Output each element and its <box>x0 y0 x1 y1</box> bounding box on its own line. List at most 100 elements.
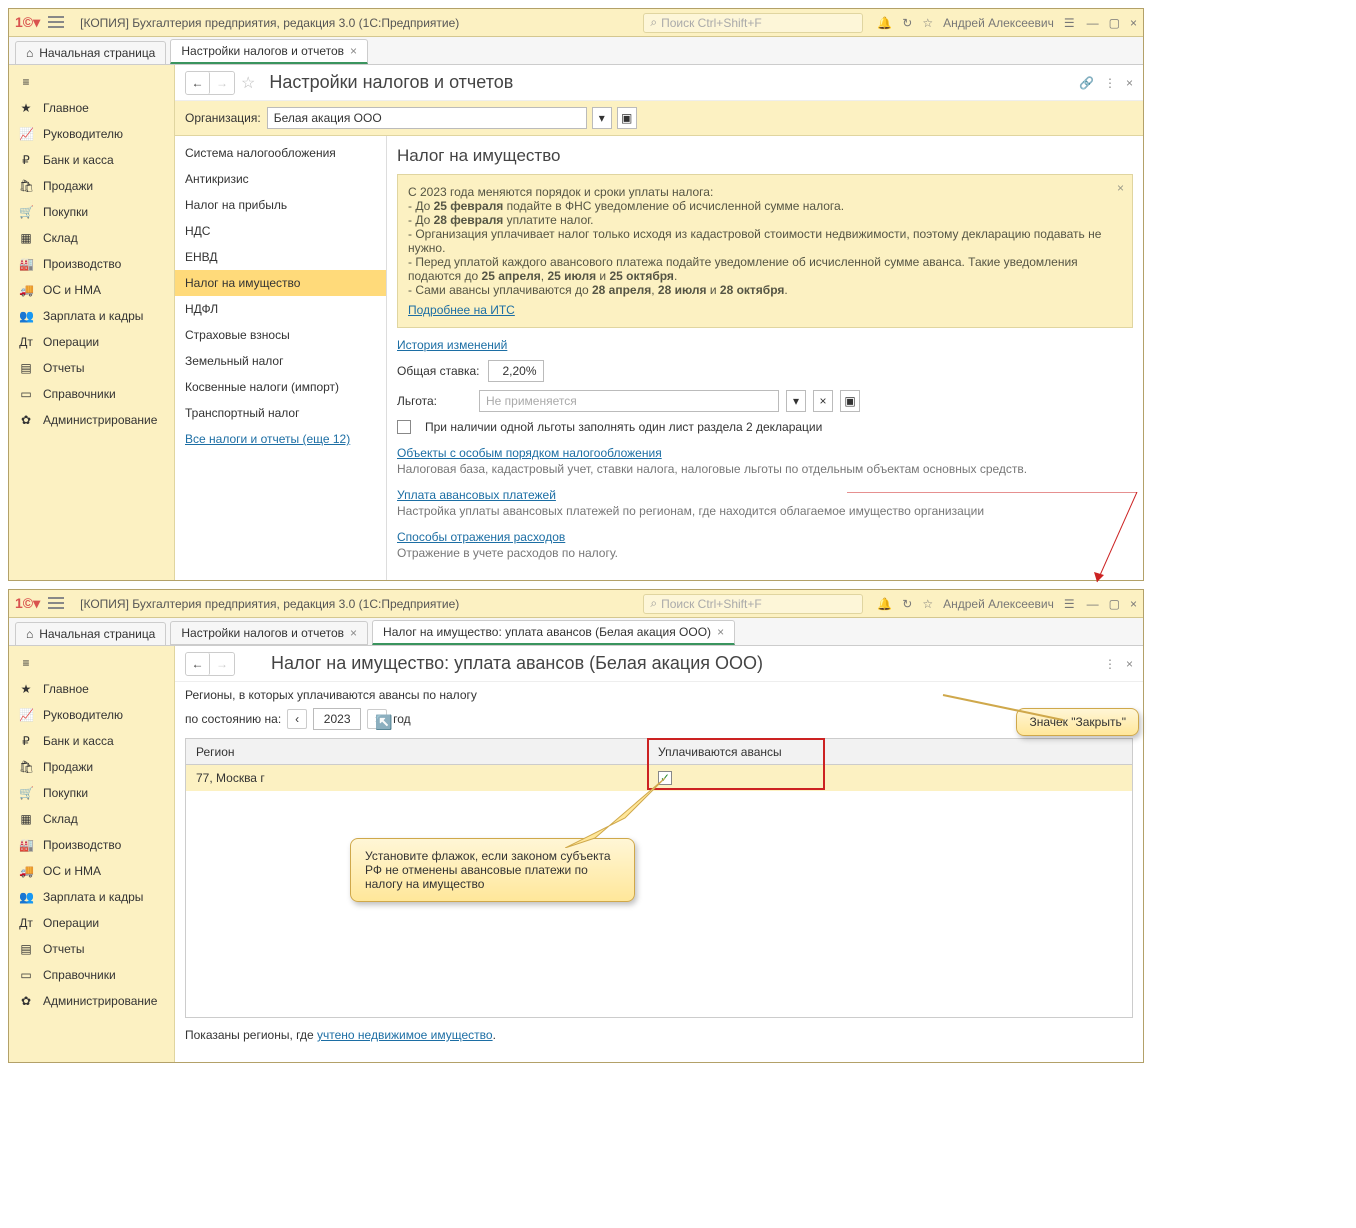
sidebar-item-4[interactable]: 🛒Покупки <box>9 780 174 806</box>
nav-back-button[interactable]: ← <box>186 653 210 675</box>
sidebar-item-7[interactable]: 🚚ОС и НМА <box>9 858 174 884</box>
sidebar-item-2[interactable]: ₽Банк и касса <box>9 147 174 173</box>
tax-item-2[interactable]: Налог на прибыль <box>175 192 386 218</box>
sidebar-item-5[interactable]: ▦Склад <box>9 225 174 251</box>
maximize-button[interactable]: ▢ <box>1109 597 1120 611</box>
close-button[interactable]: × <box>1130 597 1137 611</box>
tax-item-10[interactable]: Транспортный налог <box>175 400 386 426</box>
sidebar-item-5[interactable]: ▦Склад <box>9 806 174 832</box>
info-line: - До 25 февраля подайте в ФНС уведомлени… <box>408 199 1106 213</box>
sidebar-item-2[interactable]: ₽Банк и касса <box>9 728 174 754</box>
close-page-button[interactable]: × <box>1126 76 1133 90</box>
nav-forward-button[interactable]: → <box>210 653 234 675</box>
tax-item-6[interactable]: НДФЛ <box>175 296 386 322</box>
nav-back-button[interactable]: ← <box>186 72 210 94</box>
nav-forward-button[interactable]: → <box>210 72 234 94</box>
tab-settings[interactable]: Настройки налогов и отчетов <box>170 39 368 64</box>
more-icon[interactable]: ⋮ <box>1104 657 1116 671</box>
minimize-button[interactable]: — <box>1087 16 1099 30</box>
sidebar-item-1[interactable]: 📈Руководителю <box>9 702 174 728</box>
sidebar-burger[interactable]: ≡ <box>9 69 174 95</box>
sidebar-item-11[interactable]: ▭Справочники <box>9 962 174 988</box>
tax-item-4[interactable]: ЕНВД <box>175 244 386 270</box>
sidebar-label: Главное <box>43 682 89 696</box>
org-dropdown-button[interactable]: ▾ <box>592 107 612 129</box>
search-input[interactable]: Поиск Ctrl+Shift+F <box>643 13 863 33</box>
rate-input[interactable]: 2,20% <box>488 360 544 382</box>
tax-item-8[interactable]: Земельный налог <box>175 348 386 374</box>
sidebar-item-6[interactable]: 🏭Производство <box>9 251 174 277</box>
more-its-link[interactable]: Подробнее на ИТС <box>408 303 515 317</box>
close-page-button[interactable]: × <box>1126 657 1133 671</box>
benefit-select[interactable]: Не применяется <box>479 390 779 412</box>
maximize-button[interactable]: ▢ <box>1109 16 1120 30</box>
year-input[interactable]: 2023 <box>313 708 361 730</box>
link-out-icon[interactable]: 🔗 <box>1079 76 1094 90</box>
sidebar-item-12[interactable]: ✿Администрирование <box>9 988 174 1014</box>
objects-link[interactable]: Объекты с особым порядком налогообложени… <box>397 446 662 460</box>
sidebar-item-0[interactable]: ★Главное <box>9 676 174 702</box>
tax-item-7[interactable]: Страховые взносы <box>175 322 386 348</box>
info-close-icon[interactable]: × <box>1117 181 1124 195</box>
sidebar-item-11[interactable]: ▭Справочники <box>9 381 174 407</box>
star-icon[interactable]: ☆ <box>922 597 933 611</box>
close-button[interactable]: × <box>1130 16 1137 30</box>
history-link[interactable]: История изменений <box>397 338 507 352</box>
sidebar-item-3[interactable]: 🛍Продажи <box>9 173 174 199</box>
benefit-dropdown-button[interactable]: ▾ <box>786 390 806 412</box>
sidebar-icon: ₽ <box>19 734 33 748</box>
tax-item-3[interactable]: НДС <box>175 218 386 244</box>
avans-link[interactable]: Уплата авансовых платежей <box>397 488 556 502</box>
close-tab-icon[interactable] <box>717 625 724 639</box>
tax-item-1[interactable]: Антикризис <box>175 166 386 192</box>
search-input[interactable]: Поиск Ctrl+Shift+F <box>643 594 863 614</box>
benefit-clear-button[interactable]: × <box>813 390 833 412</box>
burger-icon[interactable] <box>48 16 66 30</box>
home-tab[interactable]: ⌂ Начальная страница <box>15 622 166 645</box>
footer-link[interactable]: учтено недвижимое имущество <box>317 1028 493 1042</box>
close-tab-icon[interactable] <box>350 44 357 58</box>
expense-link[interactable]: Способы отражения расходов <box>397 530 565 544</box>
more-icon[interactable]: ⋮ <box>1104 76 1116 90</box>
tax-item-9[interactable]: Косвенные налоги (импорт) <box>175 374 386 400</box>
sidebar-item-0[interactable]: ★Главное <box>9 95 174 121</box>
sidebar-item-12[interactable]: ✿Администрирование <box>9 407 174 433</box>
all-taxes-link[interactable]: Все налоги и отчеты (еще 12) <box>175 426 386 452</box>
org-input[interactable]: Белая акация ООО <box>267 107 587 129</box>
favorite-button[interactable] <box>241 73 255 93</box>
minimize-button[interactable]: — <box>1087 597 1099 611</box>
history-icon[interactable]: ↻ <box>902 597 912 611</box>
settings-icon[interactable]: ☰ <box>1064 16 1075 30</box>
tax-item-0[interactable]: Система налогообложения <box>175 140 386 166</box>
bell-icon[interactable]: 🔔 <box>877 597 892 611</box>
tab-settings-inactive[interactable]: Настройки налогов и отчетов <box>170 621 368 645</box>
settings-icon[interactable]: ☰ <box>1064 597 1075 611</box>
close-tab-icon[interactable] <box>350 626 357 640</box>
user-name[interactable]: Андрей Алексеевич <box>943 16 1054 30</box>
sidebar-item-10[interactable]: ▤Отчеты <box>9 355 174 381</box>
tax-item-5[interactable]: Налог на имущество <box>175 270 386 296</box>
benefit-open-button[interactable]: ▣ <box>840 390 860 412</box>
home-tab[interactable]: ⌂ Начальная страница <box>15 41 166 64</box>
sidebar-item-1[interactable]: 📈Руководителю <box>9 121 174 147</box>
tab-avans[interactable]: Налог на имущество: уплата авансов (Бела… <box>372 620 735 645</box>
sidebar-item-8[interactable]: 👥Зарплата и кадры <box>9 303 174 329</box>
sidebar-item-3[interactable]: 🛍Продажи <box>9 754 174 780</box>
sidebar-burger[interactable]: ≡ <box>9 650 174 676</box>
history-icon[interactable]: ↻ <box>902 16 912 30</box>
burger-icon[interactable] <box>48 597 66 611</box>
sidebar-item-10[interactable]: ▤Отчеты <box>9 936 174 962</box>
sidebar-item-9[interactable]: ДтОперации <box>9 910 174 936</box>
year-prev-button[interactable]: ‹ <box>287 709 307 729</box>
user-name[interactable]: Андрей Алексеевич <box>943 597 1054 611</box>
star-icon[interactable]: ☆ <box>922 16 933 30</box>
sidebar-item-4[interactable]: 🛒Покупки <box>9 199 174 225</box>
sidebar-item-7[interactable]: 🚚ОС и НМА <box>9 277 174 303</box>
sidebar-icon: 📈 <box>19 708 33 722</box>
sidebar-item-6[interactable]: 🏭Производство <box>9 832 174 858</box>
org-open-button[interactable]: ▣ <box>617 107 637 129</box>
sidebar-item-8[interactable]: 👥Зарплата и кадры <box>9 884 174 910</box>
single-sheet-checkbox[interactable] <box>397 420 411 434</box>
sidebar-item-9[interactable]: ДтОперации <box>9 329 174 355</box>
bell-icon[interactable]: 🔔 <box>877 16 892 30</box>
